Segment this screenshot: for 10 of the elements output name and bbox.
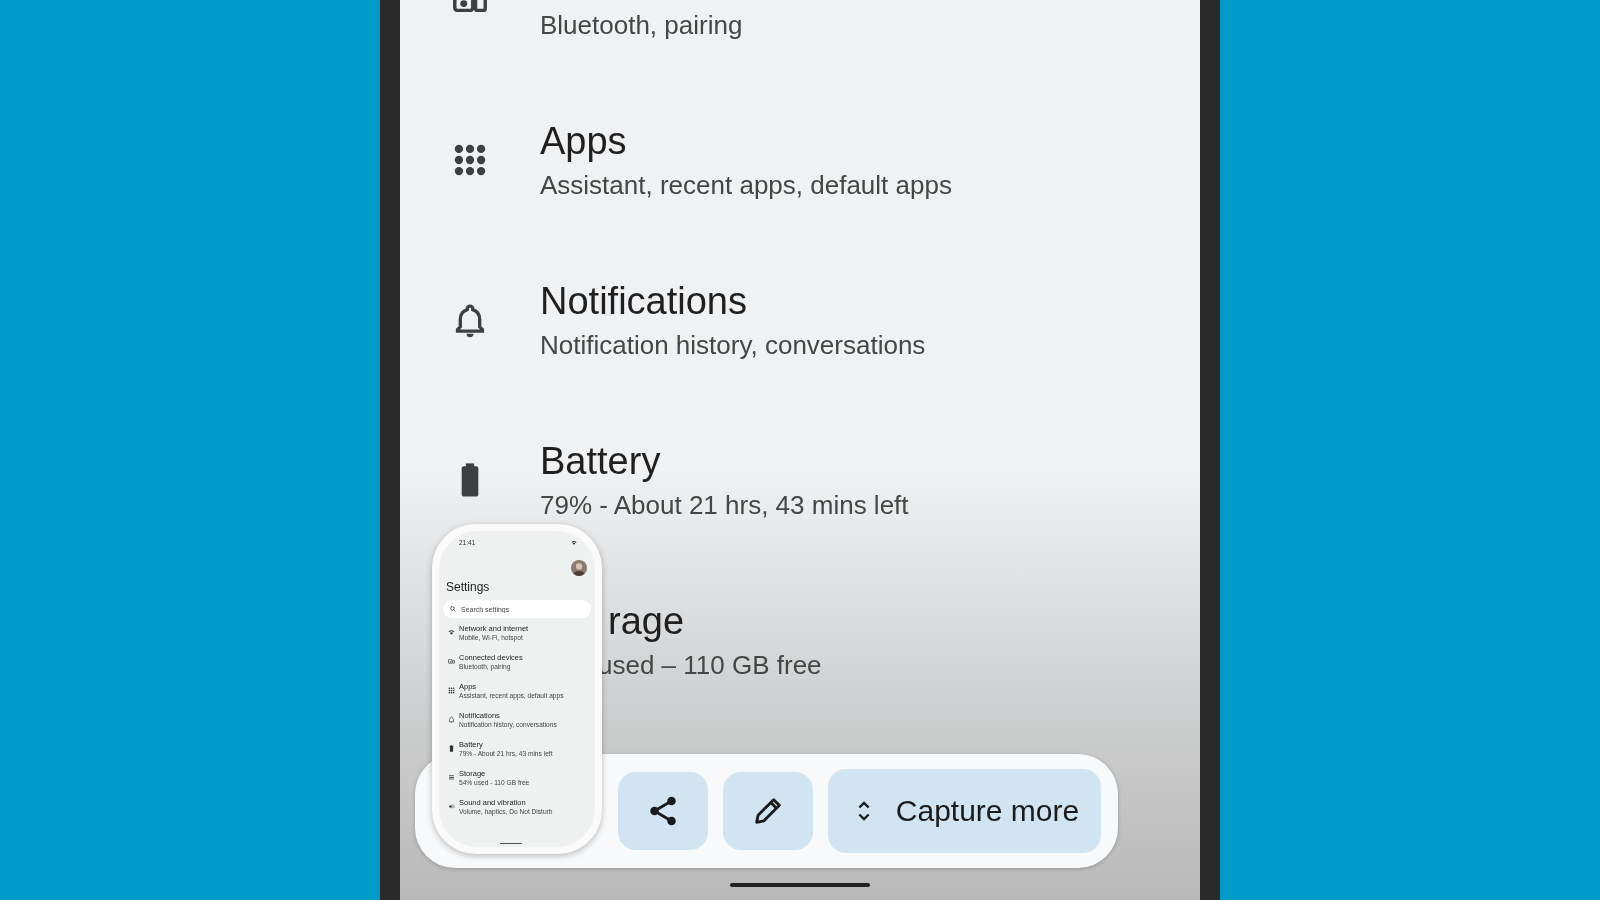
setting-summary: Assistant, recent apps, default apps	[540, 169, 952, 202]
setting-summary: Notification history, conversations	[540, 329, 926, 362]
page-title: Settings	[446, 580, 491, 594]
setting-title[interactable]: Battery	[540, 436, 661, 486]
setting-title[interactable]: Apps	[540, 116, 627, 166]
setting-summary: 79% - About 21 hrs, 43 mins left	[540, 489, 909, 522]
setting-title[interactable]: rage	[608, 596, 685, 646]
capture-more-button[interactable]: Capture more	[828, 769, 1101, 853]
setting-title[interactable]: Notifications	[540, 276, 747, 326]
setting-summary: Bluetooth, pairing	[540, 9, 743, 42]
